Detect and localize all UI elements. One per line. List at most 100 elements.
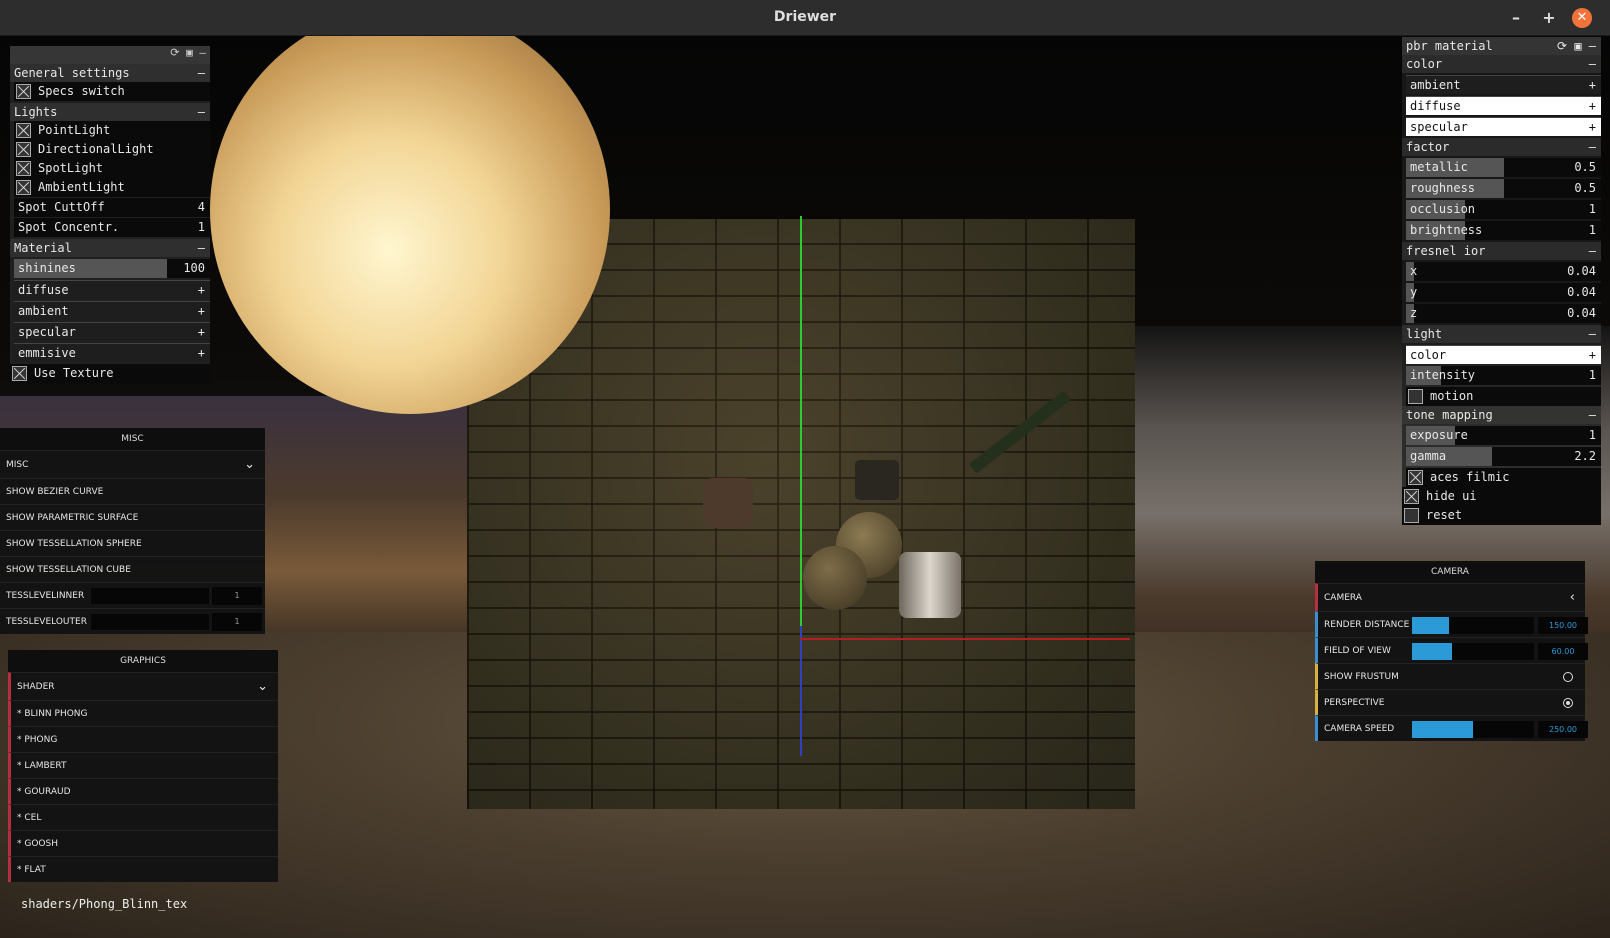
motion-checkbox[interactable]: motion (1406, 387, 1601, 406)
fresnel-z-slider[interactable]: z 0.04 (1406, 304, 1601, 323)
tess-level-outer-row[interactable]: TESSLEVELOUTER 1 (0, 608, 265, 634)
camera-speed-slider[interactable] (1412, 721, 1534, 738)
field-of-view-row[interactable]: FIELD OF VIEW 60.00 (1315, 637, 1588, 663)
factor-header[interactable]: factor – (1402, 138, 1601, 156)
shader-option-blinn-phong[interactable]: * BLINN PHONG (8, 700, 278, 726)
show-frustum-radio[interactable] (1563, 672, 1573, 682)
field-of-view-slider[interactable] (1412, 643, 1534, 660)
specs-switch-checkbox[interactable]: Specs switch (14, 82, 210, 101)
tone-mapping-header[interactable]: tone mapping – (1402, 406, 1601, 424)
camera-speed-row[interactable]: CAMERA SPEED 250.00 (1315, 715, 1588, 741)
ambient-color-button[interactable]: ambient + (14, 301, 210, 320)
pbr-specular-color-button[interactable]: specular + (1406, 117, 1601, 136)
show-parametric-surface-button[interactable]: SHOW PARAMETRIC SURFACE (0, 504, 265, 530)
checkbox-icon (1404, 489, 1419, 504)
graphics-header: GRAPHICS (8, 650, 278, 672)
general-settings-header[interactable]: General settings – (10, 64, 210, 82)
ambientlight-checkbox[interactable]: AmbientLight (14, 178, 210, 197)
shininess-slider[interactable]: shinines 100 (14, 259, 210, 278)
gamma-slider[interactable]: gamma 2.2 (1406, 447, 1601, 466)
perspective-radio[interactable] (1563, 698, 1573, 708)
small-cube-object (703, 478, 753, 528)
tess-level-inner-row[interactable]: TESSLEVELINNER 1 (0, 582, 265, 608)
tess-outer-slider[interactable] (90, 613, 210, 631)
fresnel-x-slider[interactable]: x 0.04 (1406, 262, 1601, 281)
camera-panel: CAMERA CAMERA ‹ RENDER DISTANCE 150.00 FIE… (1315, 561, 1588, 741)
show-tessellation-sphere-button[interactable]: SHOW TESSELLATION SPHERE (0, 530, 265, 556)
light-color-button[interactable]: color + (1406, 345, 1601, 364)
color-header[interactable]: color – (1402, 55, 1601, 73)
field-of-view-value[interactable]: 60.00 (1538, 643, 1588, 660)
material-header[interactable]: Material – (10, 239, 210, 257)
diffuse-color-button[interactable]: diffuse + (14, 280, 210, 299)
chevron-down-icon: ⌄ (244, 457, 255, 472)
metallic-slider[interactable]: metallic 0.5 (1406, 158, 1601, 177)
spotlight-checkbox[interactable]: SpotLight (14, 159, 210, 178)
shader-path-label: shaders/Phong_Blinn_tex (21, 897, 188, 911)
title-bar: Driewer – + ✕ (0, 0, 1610, 36)
show-bezier-curve-button[interactable]: SHOW BEZIER CURVE (0, 478, 265, 504)
checkbox-icon (16, 161, 31, 176)
x-axis-line (800, 638, 1130, 640)
shader-option-phong[interactable]: * PHONG (8, 726, 278, 752)
misc-dropdown[interactable]: MISC ⌄ (0, 450, 265, 478)
y-axis-line (800, 216, 802, 636)
render-distance-value[interactable]: 150.00 (1538, 617, 1588, 634)
checkbox-icon (16, 180, 31, 195)
fresnel-ior-header[interactable]: fresnel ior – (1402, 242, 1601, 260)
checkbox-icon (16, 142, 31, 157)
shader-option-cel[interactable]: * CEL (8, 804, 278, 830)
exposure-slider[interactable]: exposure 1 (1406, 426, 1601, 445)
checkbox-icon (16, 123, 31, 138)
checkbox-icon (1408, 470, 1423, 485)
spot-cutoff-field[interactable]: Spot CuttOff 4 (14, 198, 210, 217)
hide-ui-checkbox[interactable]: hide ui (1402, 487, 1601, 506)
graphics-panel: GRAPHICS SHADER ⌄ * BLINN PHONG * PHONG *… (8, 650, 278, 882)
camera-header: CAMERA (1315, 561, 1585, 583)
show-tessellation-cube-button[interactable]: SHOW TESSELLATION CUBE (0, 556, 265, 582)
intensity-slider[interactable]: intensity 1 (1406, 366, 1601, 385)
light-header[interactable]: light – (1402, 325, 1601, 343)
pbr-material-title[interactable]: pbr material ⟳ ▣ – (1402, 37, 1601, 55)
show-frustum-row[interactable]: SHOW FRUSTUM (1315, 663, 1585, 689)
shader-option-gouraud[interactable]: * GOURAUD (8, 778, 278, 804)
shader-dropdown[interactable]: SHADER ⌄ (8, 672, 278, 700)
emmisive-color-button[interactable]: emmisive + (14, 343, 210, 362)
specular-color-button[interactable]: specular + (14, 322, 210, 341)
pointlight-checkbox[interactable]: PointLight (14, 121, 210, 140)
shader-option-flat[interactable]: * FLAT (8, 856, 278, 882)
checkbox-icon (12, 366, 27, 381)
pbr-diffuse-color-button[interactable]: diffuse + (1406, 96, 1601, 115)
use-texture-checkbox[interactable]: Use Texture (10, 364, 210, 383)
tess-inner-slider[interactable] (90, 587, 210, 605)
brightness-slider[interactable]: brightness 1 (1406, 221, 1601, 240)
tess-outer-value[interactable]: 1 (212, 613, 262, 631)
camera-speed-value[interactable]: 250.00 (1538, 721, 1588, 738)
perspective-row[interactable]: PERSPECTIVE (1315, 689, 1585, 715)
render-distance-slider[interactable] (1412, 617, 1534, 634)
fresnel-y-slider[interactable]: y 0.04 (1406, 283, 1601, 302)
small-sphere-lower (803, 546, 867, 610)
maximize-button[interactable]: + (1539, 8, 1559, 28)
directionallight-checkbox[interactable]: DirectionalLight (14, 140, 210, 159)
misc-panel: MISC MISC ⌄ SHOW BEZIER CURVE SHOW PARAME… (0, 428, 265, 634)
reset-checkbox[interactable]: reset (1402, 506, 1601, 525)
checkbox-icon (16, 84, 31, 99)
chevron-down-icon: ⌄ (257, 679, 268, 694)
camera-dropdown[interactable]: CAMERA ‹ (1315, 583, 1585, 611)
occlusion-slider[interactable]: occlusion 1 (1406, 200, 1601, 219)
roughness-slider[interactable]: roughness 0.5 (1406, 179, 1601, 198)
shader-option-lambert[interactable]: * LAMBERT (8, 752, 278, 778)
panel-top-icons[interactable]: ⟳ ▣ – (10, 46, 210, 64)
spot-concentr-field[interactable]: Spot Concentr. 1 (14, 218, 210, 237)
pbr-ambient-color-button[interactable]: ambient + (1406, 75, 1601, 94)
aces-filmic-checkbox[interactable]: aces filmic (1406, 468, 1601, 487)
close-button[interactable]: ✕ (1572, 8, 1592, 28)
z-axis-line (800, 626, 802, 756)
tess-inner-value[interactable]: 1 (212, 587, 262, 605)
minimize-button[interactable]: – (1506, 8, 1526, 28)
shader-option-goosh[interactable]: * GOOSH (8, 830, 278, 856)
misc-header: MISC (0, 428, 265, 450)
render-distance-row[interactable]: RENDER DISTANCE 150.00 (1315, 611, 1588, 637)
lights-header[interactable]: Lights – (10, 103, 210, 121)
